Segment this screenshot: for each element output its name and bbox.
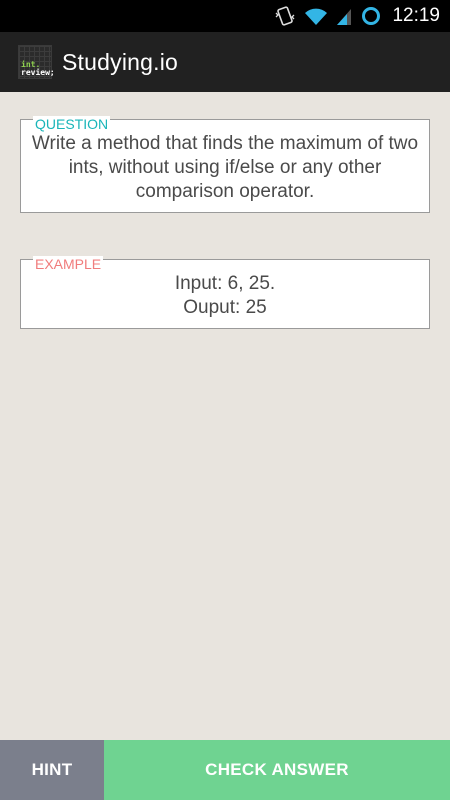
action-bar: int. review; Studying.io	[0, 32, 450, 92]
hint-button[interactable]: HINT	[0, 740, 104, 800]
example-label: EXAMPLE	[33, 256, 104, 272]
question-text: Write a method that finds the maximum of…	[31, 133, 419, 202]
wifi-icon	[304, 5, 328, 27]
example-input-line: Input: 6, 25.	[174, 273, 276, 294]
bottom-button-bar: HINT CHECK ANSWER	[0, 740, 450, 800]
status-clock: 12:19	[392, 5, 440, 26]
check-answer-button[interactable]: CHECK ANSWER	[104, 740, 450, 800]
vibrate-icon	[274, 5, 296, 27]
app-logo[interactable]: int. review;	[18, 45, 55, 79]
question-card: QUESTION Write a method that finds the m…	[20, 116, 430, 213]
sync-ring-icon	[360, 5, 382, 27]
logo-text-line2: review;	[21, 68, 55, 77]
question-label: QUESTION	[33, 116, 111, 132]
example-output-line: Ouput: 25	[183, 297, 267, 318]
signal-icon	[336, 5, 352, 27]
status-bar: 12:19	[0, 0, 450, 32]
example-card: EXAMPLE Input: 6, 25. Ouput: 25	[20, 256, 430, 329]
app-title: Studying.io	[62, 48, 178, 75]
